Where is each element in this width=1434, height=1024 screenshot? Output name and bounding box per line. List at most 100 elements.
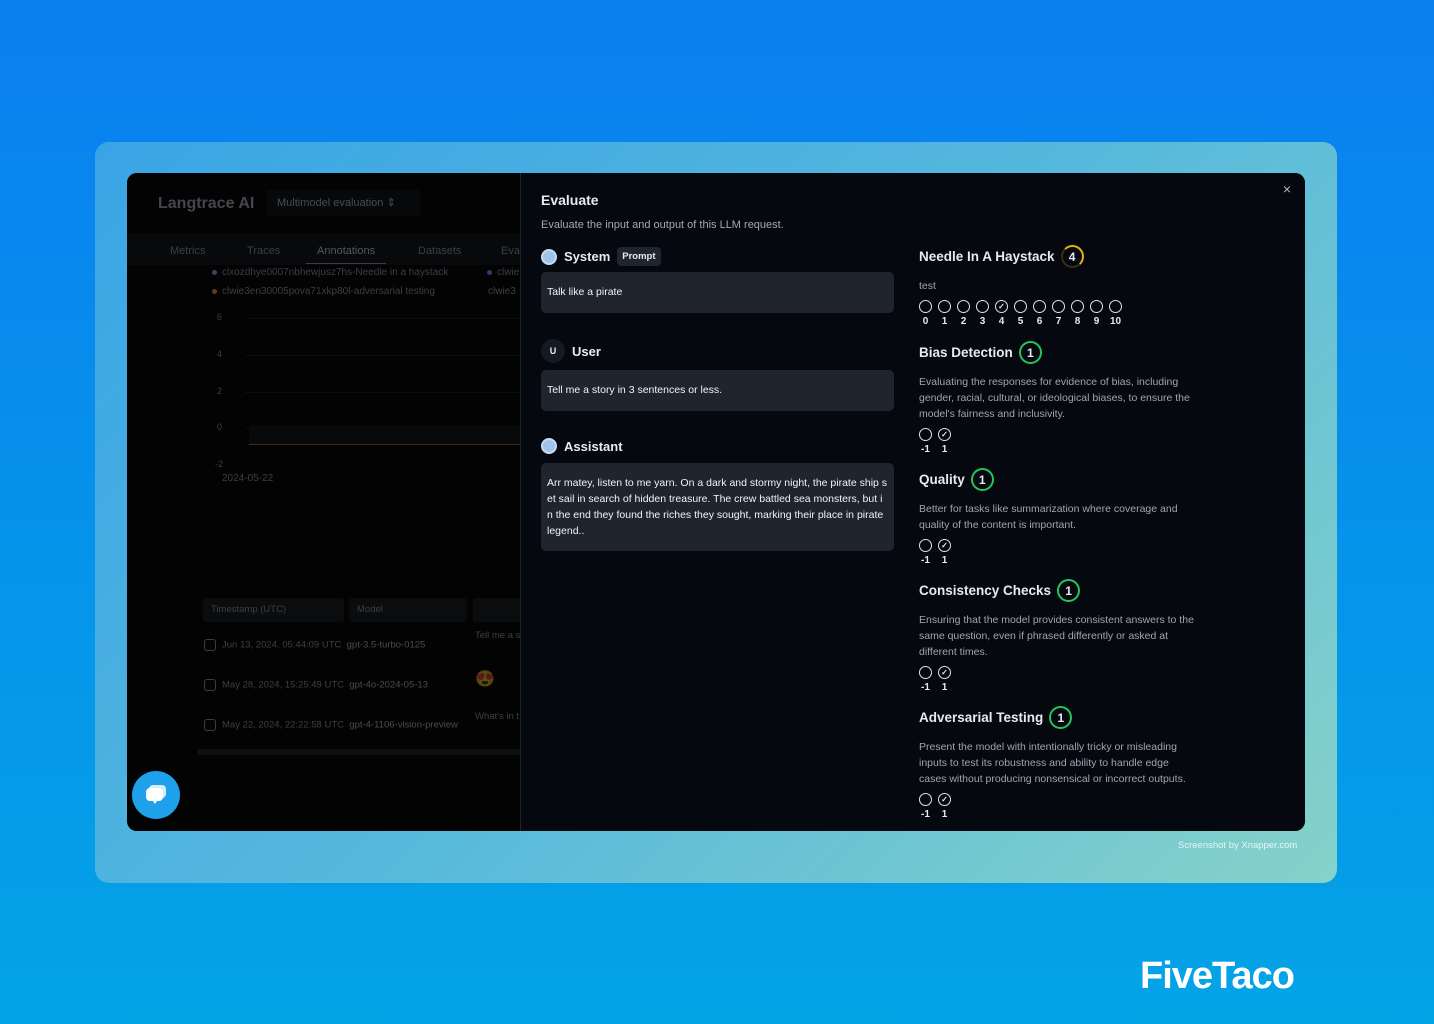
score-option[interactable]: 10 (1109, 300, 1122, 327)
option-label: -1 (921, 444, 930, 455)
legend-item: clwie3en30005pova71xkp80l-adversarial te… (212, 286, 435, 297)
score-option[interactable]: 3 (976, 300, 989, 327)
radio-icon[interactable] (1033, 300, 1046, 313)
chat-support-button[interactable] (132, 771, 180, 819)
input-preview: 😍 (475, 671, 495, 688)
watermark: Screenshot by Xnapper.com (1178, 840, 1298, 851)
option-label: 6 (1036, 316, 1043, 327)
option-label: 1 (941, 444, 948, 455)
option-label: 9 (1093, 316, 1100, 327)
close-button[interactable]: × (1283, 181, 1291, 197)
score-option[interactable]: ✓ 1 (938, 539, 951, 566)
score-option[interactable]: 1 (938, 300, 951, 327)
y-tick: 0 (217, 422, 223, 432)
score-option[interactable]: ✓ 4 (995, 300, 1008, 327)
timestamp: May 28, 2024, 15:25:49 UTC (222, 679, 344, 691)
tab-datasets[interactable]: Datasets (418, 245, 461, 257)
chevron-updown-icon: ⇕ (386, 197, 396, 209)
option-label: 7 (1055, 316, 1062, 327)
tab-traces[interactable]: Traces (247, 245, 280, 257)
option-label: 2 (960, 316, 967, 327)
assistant-message: Arr matey, listen to me yarn. On a dark … (541, 463, 894, 551)
radio-icon[interactable] (1052, 300, 1065, 313)
option-label: 0 (922, 316, 929, 327)
option-label: -1 (921, 682, 930, 693)
score-option[interactable]: ✓ 1 (938, 793, 951, 820)
evaluation-description: Evaluating the responses for evidence of… (919, 376, 1190, 420)
score-option[interactable]: 6 (1033, 300, 1046, 327)
score-option[interactable]: 5 (1014, 300, 1027, 327)
column-header: Model (349, 598, 467, 622)
project-selector[interactable]: Multimodel evaluation ⇕ (267, 190, 420, 216)
score-option[interactable]: 8 (1071, 300, 1084, 327)
radio-icon[interactable] (919, 428, 932, 441)
score-badge: 4 (1060, 245, 1084, 268)
evaluation-title: Quality (919, 472, 965, 487)
score-option[interactable]: 2 (957, 300, 970, 327)
score-options: -1 ✓ 1 (919, 539, 1199, 566)
row-checkbox[interactable] (204, 639, 216, 651)
evaluation-title: Needle In A Haystack (919, 249, 1055, 264)
radio-icon[interactable] (919, 539, 932, 552)
option-label: -1 (921, 555, 930, 566)
nav-tabs: Metrics Traces Annotations Datasets Eva (127, 233, 520, 265)
legend-label: clxozdhye0007nbhewjusz7hs-Needle in a ha… (222, 267, 449, 278)
legend-label: clwie3en30005pova71xkp80l-adversarial te… (222, 286, 435, 297)
radio-icon[interactable] (1109, 300, 1122, 313)
radio-icon[interactable] (1071, 300, 1084, 313)
radio-icon[interactable] (1090, 300, 1103, 313)
background-page: Langtrace AI Multimodel evaluation ⇕ Met… (127, 173, 533, 831)
row-checkbox[interactable] (204, 719, 216, 731)
evaluation-title: Consistency Checks (919, 583, 1052, 598)
option-label: 8 (1074, 316, 1081, 327)
radio-icon[interactable] (919, 793, 932, 806)
radio-checked-icon[interactable]: ✓ (938, 428, 951, 441)
evaluation-title: Bias Detection (919, 345, 1013, 360)
score-option[interactable]: ✓ 1 (938, 428, 951, 455)
score-option[interactable]: ✓ 1 (938, 666, 951, 693)
openai-icon (541, 248, 557, 265)
score-options: -1 ✓ 1 (919, 793, 1199, 820)
radio-icon[interactable] (938, 300, 951, 313)
evaluation-consistency-checks: Consistency Checks 1 Ensuring that the mod… (919, 579, 1199, 693)
tab-annotations[interactable]: Annotations (306, 245, 387, 264)
score-option[interactable]: 0 (919, 300, 932, 327)
score-badge: 1 (1049, 706, 1073, 729)
radio-icon[interactable] (976, 300, 989, 313)
radio-checked-icon[interactable]: ✓ (938, 793, 951, 806)
radio-checked-icon[interactable]: ✓ (938, 539, 951, 552)
score-option[interactable]: -1 (919, 428, 932, 455)
x-tick: 2024-05-22 (222, 473, 274, 484)
chart-bar (249, 425, 529, 445)
score-option[interactable]: 7 (1052, 300, 1065, 327)
radio-icon[interactable] (919, 300, 932, 313)
project-name: Multimodel evaluation (277, 197, 384, 209)
evaluation-bias-detection: Bias Detection 1 Evaluating the responses … (919, 341, 1199, 455)
dialog-subtitle: Evaluate the input and output of this LL… (541, 219, 784, 231)
evaluation-description: Better for tasks like summarization wher… (919, 503, 1178, 531)
y-tick: 6 (217, 312, 223, 322)
app-window: Langtrace AI Multimodel evaluation ⇕ Met… (127, 173, 1305, 831)
radio-icon[interactable] (919, 666, 932, 679)
role-label: User (572, 343, 601, 359)
table-row[interactable]: May 28, 2024, 15:25:49 UTC gpt-4o-2024-0… (204, 679, 428, 691)
score-option[interactable]: -1 (919, 793, 932, 820)
radio-icon[interactable] (957, 300, 970, 313)
radio-checked-icon[interactable]: ✓ (938, 666, 951, 679)
user-role: U User (541, 339, 601, 363)
legend-label: clwie3 (488, 286, 516, 297)
tab-evaluations[interactable]: Eva (501, 245, 520, 257)
openai-icon (541, 438, 557, 454)
score-options: 0 1 2 3 ✓ 4 5 6 7 8 9 10 (919, 300, 1199, 327)
radio-checked-icon[interactable]: ✓ (995, 300, 1008, 313)
table-row[interactable]: May 22, 2024, 22:22:58 UTC gpt-4-1106-vi… (204, 719, 458, 731)
score-option[interactable]: -1 (919, 539, 932, 566)
radio-icon[interactable] (1014, 300, 1027, 313)
score-option[interactable]: -1 (919, 666, 932, 693)
tab-metrics[interactable]: Metrics (170, 245, 205, 257)
table-row[interactable]: Jun 13, 2024, 05:44:09 UTC gpt-3.5-turbo… (204, 639, 425, 651)
score-badge: 1 (970, 468, 994, 491)
score-option[interactable]: 9 (1090, 300, 1103, 327)
row-checkbox[interactable] (204, 679, 216, 691)
horizontal-scrollbar[interactable] (197, 749, 520, 755)
